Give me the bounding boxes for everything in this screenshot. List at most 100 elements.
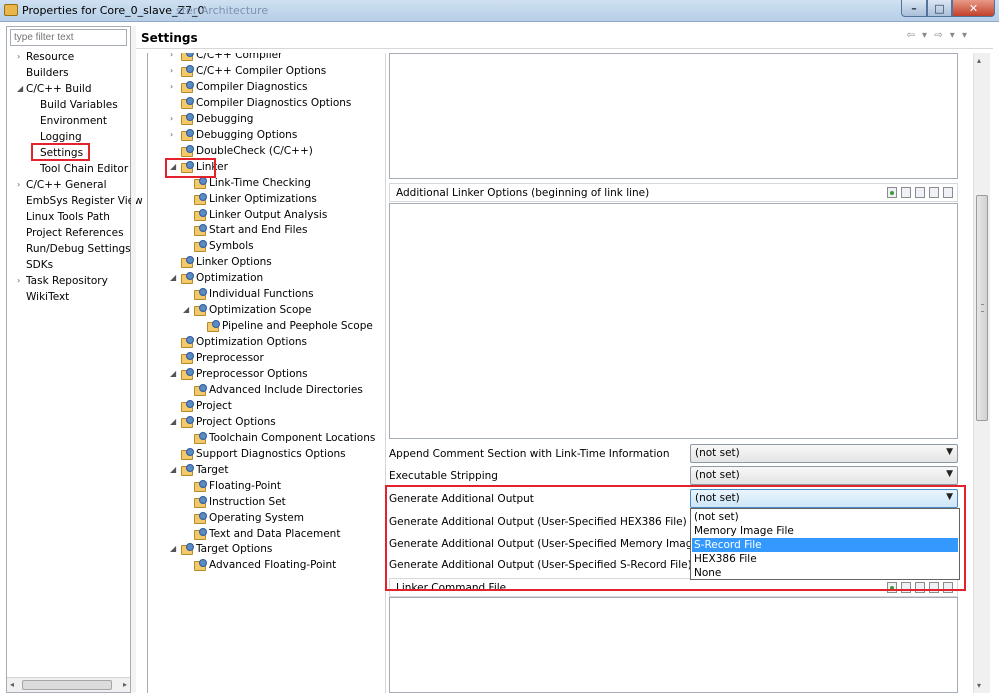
- tool-tree-item-preprocessor[interactable]: Preprocessor: [181, 350, 264, 366]
- tree-item-wikitext[interactable]: WikiText: [26, 289, 69, 305]
- tree-item-settings[interactable]: Settings: [40, 145, 83, 161]
- expand-chevron-icon[interactable]: ◢: [170, 366, 176, 382]
- tool-tree-item-c-c-compiler[interactable]: › C/C++ Compiler: [170, 53, 282, 63]
- tool-tree-item-optimization-options[interactable]: Optimization Options: [181, 334, 307, 350]
- dropdown-arrow-icon[interactable]: ▼: [946, 492, 953, 502]
- tool-tree-item-advanced-include-directories[interactable]: Advanced Include Directories: [194, 382, 363, 398]
- tool-tree-item-compiler-diagnostics-options[interactable]: Compiler Diagnostics Options: [181, 95, 351, 111]
- tool-tree-item-toolchain-component-locations[interactable]: Toolchain Component Locations: [194, 430, 375, 446]
- dropdown-option[interactable]: HEX386 File: [692, 552, 958, 566]
- tool-tree-item-debugging[interactable]: › Debugging: [170, 111, 253, 127]
- expand-chevron-icon[interactable]: ›: [170, 53, 173, 63]
- scroll-down-icon[interactable]: ▾: [977, 681, 981, 690]
- tool-tree-item-optimization-scope[interactable]: ◢ Optimization Scope: [183, 302, 312, 318]
- tree-item-logging[interactable]: Logging: [40, 129, 82, 145]
- tool-tree-item-text-and-data-placement[interactable]: Text and Data Placement: [194, 526, 340, 542]
- tool-tree-item-operating-system[interactable]: Operating System: [194, 510, 304, 526]
- tree-item-c-c-build[interactable]: ◢ C/C++ Build: [17, 81, 92, 97]
- expand-chevron-icon[interactable]: ◢: [170, 270, 176, 286]
- expand-chevron-icon[interactable]: ›: [17, 49, 20, 65]
- tool-tree-item-optimization[interactable]: ◢ Optimization: [170, 270, 263, 286]
- edit-icon[interactable]: [915, 582, 925, 593]
- dropdown-option[interactable]: None: [692, 566, 958, 580]
- tree-item-build-variables[interactable]: Build Variables: [40, 97, 118, 113]
- tool-tree-item-instruction-set[interactable]: Instruction Set: [194, 494, 286, 510]
- tool-tree-item-target[interactable]: ◢ Target: [170, 462, 228, 478]
- tool-tree-item-support-diagnostics-options[interactable]: Support Diagnostics Options: [181, 446, 346, 462]
- tool-tree-item-pipeline-and-peephole-scope[interactable]: Pipeline and Peephole Scope: [207, 318, 373, 334]
- scroll-thumb[interactable]: [976, 195, 988, 421]
- dropdown-arrow-icon[interactable]: ▼: [946, 447, 953, 457]
- tree-item-builders[interactable]: Builders: [26, 65, 69, 81]
- tool-tree-item-compiler-diagnostics[interactable]: › Compiler Diagnostics: [170, 79, 308, 95]
- move-down-icon[interactable]: [943, 582, 953, 593]
- tree-item-project-references[interactable]: Project References: [26, 225, 124, 241]
- minimize-button[interactable]: –: [901, 0, 927, 17]
- tree-item-resource[interactable]: › Resource: [17, 49, 74, 65]
- expand-chevron-icon[interactable]: ◢: [170, 462, 176, 478]
- delete-icon[interactable]: [901, 187, 911, 198]
- expand-chevron-icon[interactable]: ›: [170, 63, 173, 79]
- tool-tree-item-individual-functions[interactable]: Individual Functions: [194, 286, 314, 302]
- tree-item-embsys-register-view[interactable]: EmbSys Register View: [26, 193, 143, 209]
- tool-tree-item-start-and-end-files[interactable]: Start and End Files: [194, 222, 307, 238]
- tool-tree-item-project[interactable]: Project: [181, 398, 232, 414]
- tool-tree-item-project-options[interactable]: ◢ Project Options: [170, 414, 276, 430]
- dropdown-arrow-icon[interactable]: ▼: [946, 469, 953, 479]
- tree-item-run-debug-settings[interactable]: Run/Debug Settings: [26, 241, 131, 257]
- maximize-button[interactable]: □: [927, 0, 952, 17]
- delete-icon[interactable]: [901, 582, 911, 593]
- generate-additional-output-dropdown-list[interactable]: (not set) Memory Image File S-Record File H…: [690, 508, 960, 580]
- tool-tree-item-advanced-floating-point[interactable]: Advanced Floating-Point: [194, 557, 336, 573]
- scroll-thumb[interactable]: [22, 680, 112, 690]
- expand-chevron-icon[interactable]: ›: [170, 127, 173, 143]
- tool-tree-item-linker-options[interactable]: Linker Options: [181, 254, 272, 270]
- scroll-left-icon[interactable]: ◂: [10, 680, 14, 689]
- move-up-icon[interactable]: [929, 187, 939, 198]
- tree-item-tool-chain-editor[interactable]: Tool Chain Editor: [40, 161, 128, 177]
- sash[interactable]: [131, 26, 136, 693]
- filter-input[interactable]: [10, 29, 127, 46]
- page-vertical-scrollbar[interactable]: ▴ ▾: [973, 53, 990, 693]
- expand-chevron-icon[interactable]: ◢: [170, 541, 176, 557]
- tree-item-c-c-general[interactable]: › C/C++ General: [17, 177, 107, 193]
- expand-chevron-icon[interactable]: ◢: [170, 414, 176, 430]
- expand-chevron-icon[interactable]: ›: [170, 79, 173, 95]
- expand-chevron-icon[interactable]: ›: [17, 177, 20, 193]
- tool-tree-item-link-time-checking[interactable]: Link-Time Checking: [194, 175, 311, 191]
- history-navigation[interactable]: ⇦ ▾ ⇨ ▾ ▾: [906, 30, 969, 41]
- scroll-right-icon[interactable]: ▸: [123, 680, 127, 689]
- expand-chevron-icon[interactable]: ›: [170, 111, 173, 127]
- edit-icon[interactable]: [915, 187, 925, 198]
- tool-tree-item-preprocessor-options[interactable]: ◢ Preprocessor Options: [170, 366, 308, 382]
- tool-tree-item-linker-optimizations[interactable]: Linker Optimizations: [194, 191, 317, 207]
- option-combo[interactable]: (not set) ▼: [690, 489, 958, 508]
- option-combo[interactable]: (not set) ▼: [690, 444, 958, 463]
- expand-chevron-icon[interactable]: ◢: [17, 81, 23, 97]
- add-icon[interactable]: [887, 187, 897, 198]
- expand-chevron-icon[interactable]: ›: [17, 273, 20, 289]
- tool-tree-item-linker-output-analysis[interactable]: Linker Output Analysis: [194, 207, 327, 223]
- linker-command-file-list[interactable]: [389, 597, 958, 693]
- tree-item-task-repository[interactable]: › Task Repository: [17, 273, 108, 289]
- move-down-icon[interactable]: [943, 187, 953, 198]
- close-button[interactable]: ✕: [952, 0, 995, 17]
- dropdown-option[interactable]: (not set): [692, 510, 958, 524]
- tool-tree-item-debugging-options[interactable]: › Debugging Options: [170, 127, 297, 143]
- option-combo[interactable]: (not set) ▼: [690, 466, 958, 485]
- expand-chevron-icon[interactable]: ◢: [183, 302, 189, 318]
- tree-item-linux-tools-path[interactable]: Linux Tools Path: [26, 209, 110, 225]
- tool-tree-item-target-options[interactable]: ◢ Target Options: [170, 541, 272, 557]
- expand-chevron-icon[interactable]: ◢: [170, 159, 176, 175]
- tree-item-sdks[interactable]: SDKs: [26, 257, 53, 273]
- options-text-area-top[interactable]: [389, 53, 958, 179]
- additional-linker-options-list[interactable]: [389, 203, 958, 439]
- scroll-up-icon[interactable]: ▴: [977, 56, 981, 65]
- tool-tree-item-linker[interactable]: ◢ Linker: [170, 159, 228, 175]
- move-up-icon[interactable]: [929, 582, 939, 593]
- tree-item-environment[interactable]: Environment: [40, 113, 107, 129]
- tool-tree-item-symbols[interactable]: Symbols: [194, 238, 254, 254]
- dropdown-option[interactable]: S-Record File: [692, 538, 958, 552]
- tree-horizontal-scrollbar[interactable]: ◂ ▸: [7, 677, 130, 692]
- tool-tree-item-doublecheck-c-c-[interactable]: DoubleCheck (C/C++): [181, 143, 313, 159]
